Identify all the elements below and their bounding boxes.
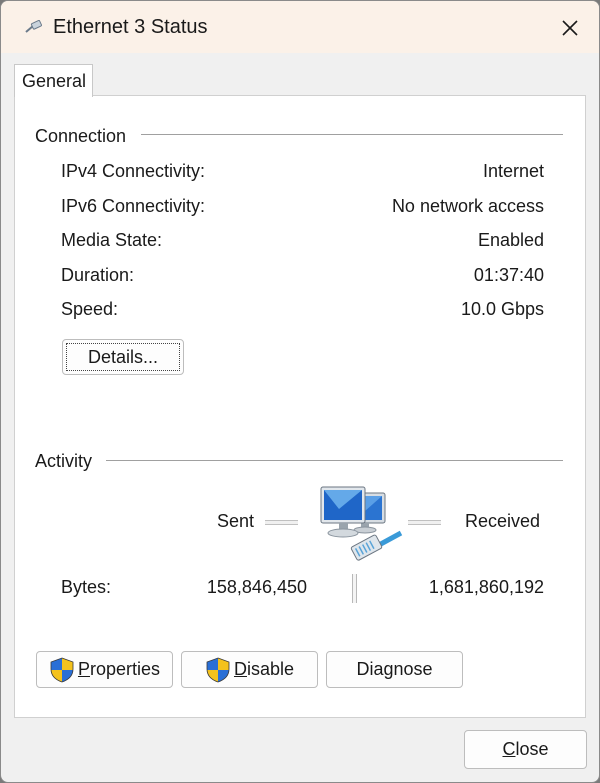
bytes-separator (352, 574, 357, 603)
diagnose-button[interactable]: Diagnose (326, 651, 463, 688)
bytes-label: Bytes: (61, 577, 112, 597)
uac-shield-icon (206, 657, 230, 682)
title-bar: Ethernet 3 Status (1, 1, 599, 53)
tab-general-label: General (22, 71, 87, 91)
properties-button[interactable]: Properties (36, 651, 173, 688)
activity-divider (106, 460, 563, 461)
close-icon[interactable] (553, 11, 587, 45)
speed-value: 10.0 Gbps (460, 299, 544, 319)
ipv4-label: IPv4 Connectivity: (61, 161, 206, 181)
close-button-label: Close (502, 739, 549, 759)
general-panel: Connection IPv4 Connectivity: Internet I… (14, 95, 586, 718)
close-button[interactable]: Close (464, 730, 587, 769)
activity-group-title: Activity (35, 451, 93, 471)
speed-label: Speed: (61, 299, 119, 319)
network-computers-icon (320, 486, 403, 561)
ipv4-value: Internet (482, 161, 544, 181)
details-button[interactable]: Details... (62, 339, 184, 375)
media-state-label: Media State: (61, 230, 163, 250)
tab-general[interactable]: General (14, 64, 93, 97)
duration-value: 01:37:40 (473, 265, 544, 285)
window-title: Ethernet 3 Status (53, 16, 208, 38)
media-state-value: Enabled (477, 230, 544, 250)
disable-button-label: Disable (233, 659, 295, 679)
connection-divider (141, 134, 563, 135)
bytes-sent-value: 158,846,450 (206, 577, 307, 597)
sent-label: Sent (217, 511, 255, 531)
sent-connector (265, 520, 298, 525)
ipv6-value: No network access (391, 196, 544, 216)
disable-button[interactable]: Disable (181, 651, 318, 688)
properties-button-label: Properties (77, 659, 161, 679)
diagnose-button-label: Diagnose (356, 659, 433, 679)
ipv6-label: IPv6 Connectivity: (61, 196, 206, 216)
duration-label: Duration: (61, 265, 135, 285)
connection-group-title: Connection (35, 126, 127, 146)
ethernet-cable-icon (25, 20, 42, 33)
uac-shield-icon (50, 657, 74, 682)
bytes-received-value: 1,681,860,192 (428, 577, 544, 597)
details-button-label: Details... (87, 346, 159, 367)
network-status-dialog: Ethernet 3 Status General Connection IPv… (0, 0, 600, 783)
received-connector (408, 520, 441, 525)
received-label: Received (465, 511, 541, 531)
